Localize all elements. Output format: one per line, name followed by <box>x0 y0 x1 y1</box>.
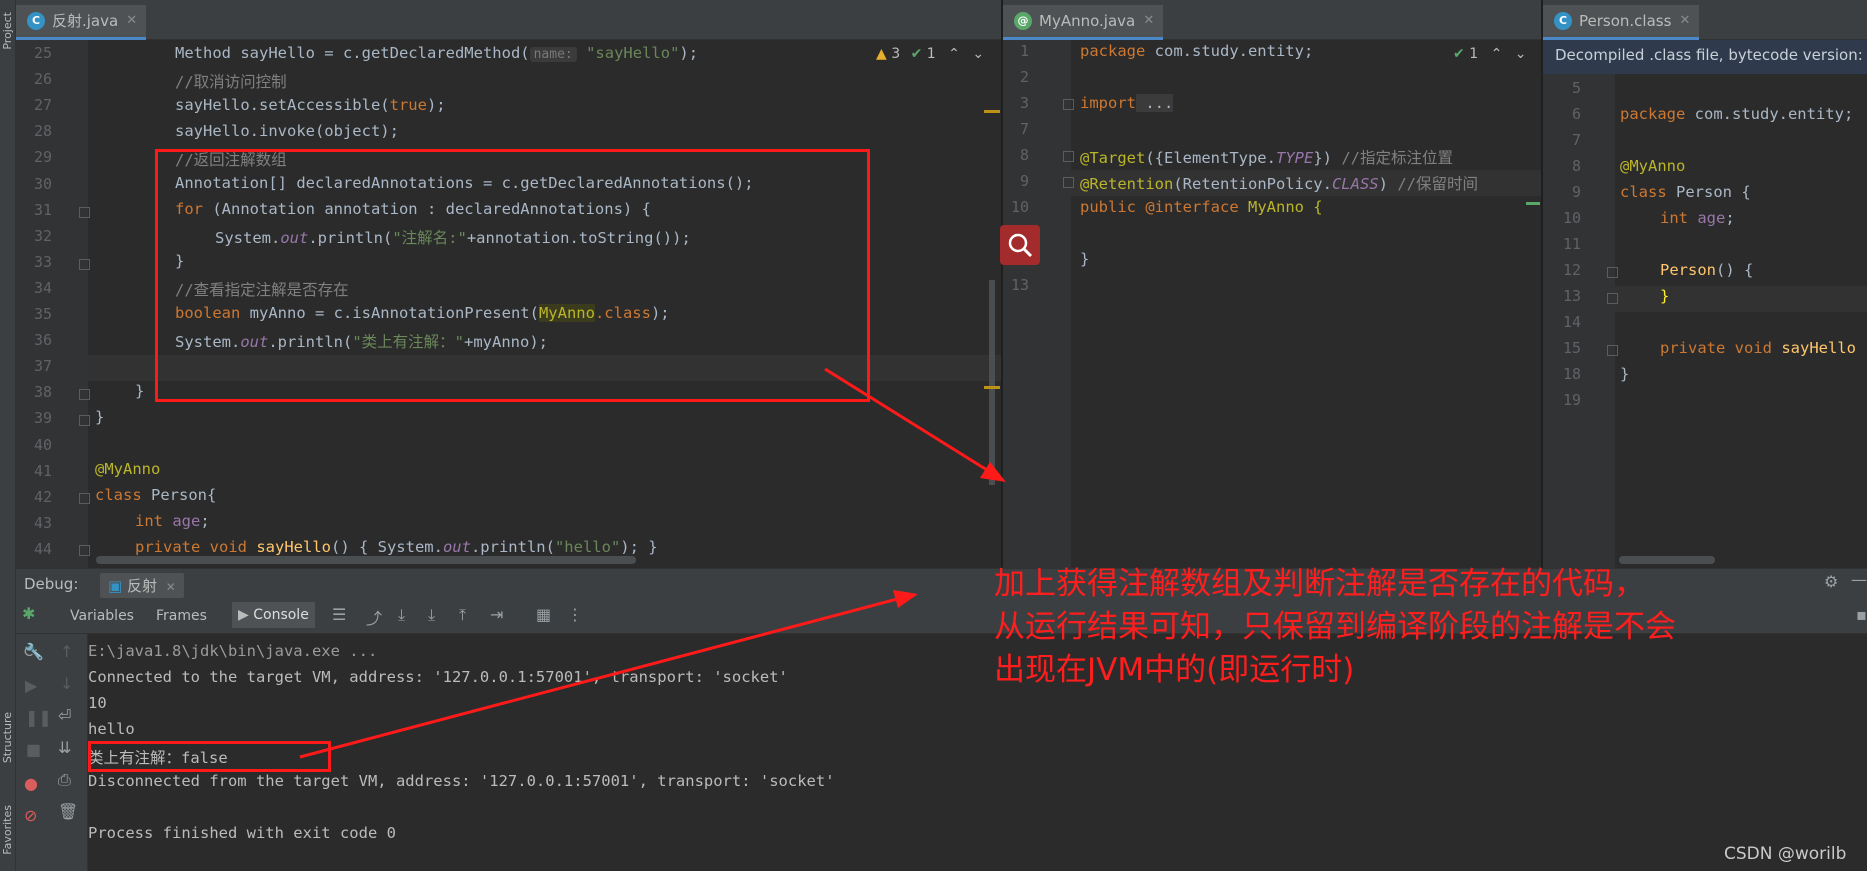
annotation-line: 从运行结果可知，只保留到编译阶段的注解是不会 <box>994 609 1676 645</box>
arrowhead <box>893 590 918 608</box>
annotation-line: 加上获得注解数组及判断注解是否存在的代码， <box>994 566 1645 602</box>
annotation-arrows <box>299 367 1006 759</box>
arrowhead <box>980 462 1006 482</box>
annotation-line: 出现在JVM中的(即运行时) <box>994 652 1355 688</box>
arrow-to-note <box>299 595 906 759</box>
red-annotation-note: 加上获得注解数组及判断注解是否存在的代码， 从运行结果可知，只保留到编译阶段的注… <box>994 563 1676 692</box>
watermark: CSDN @worilb <box>1724 844 1847 864</box>
arrow-to-middle <box>824 367 996 477</box>
